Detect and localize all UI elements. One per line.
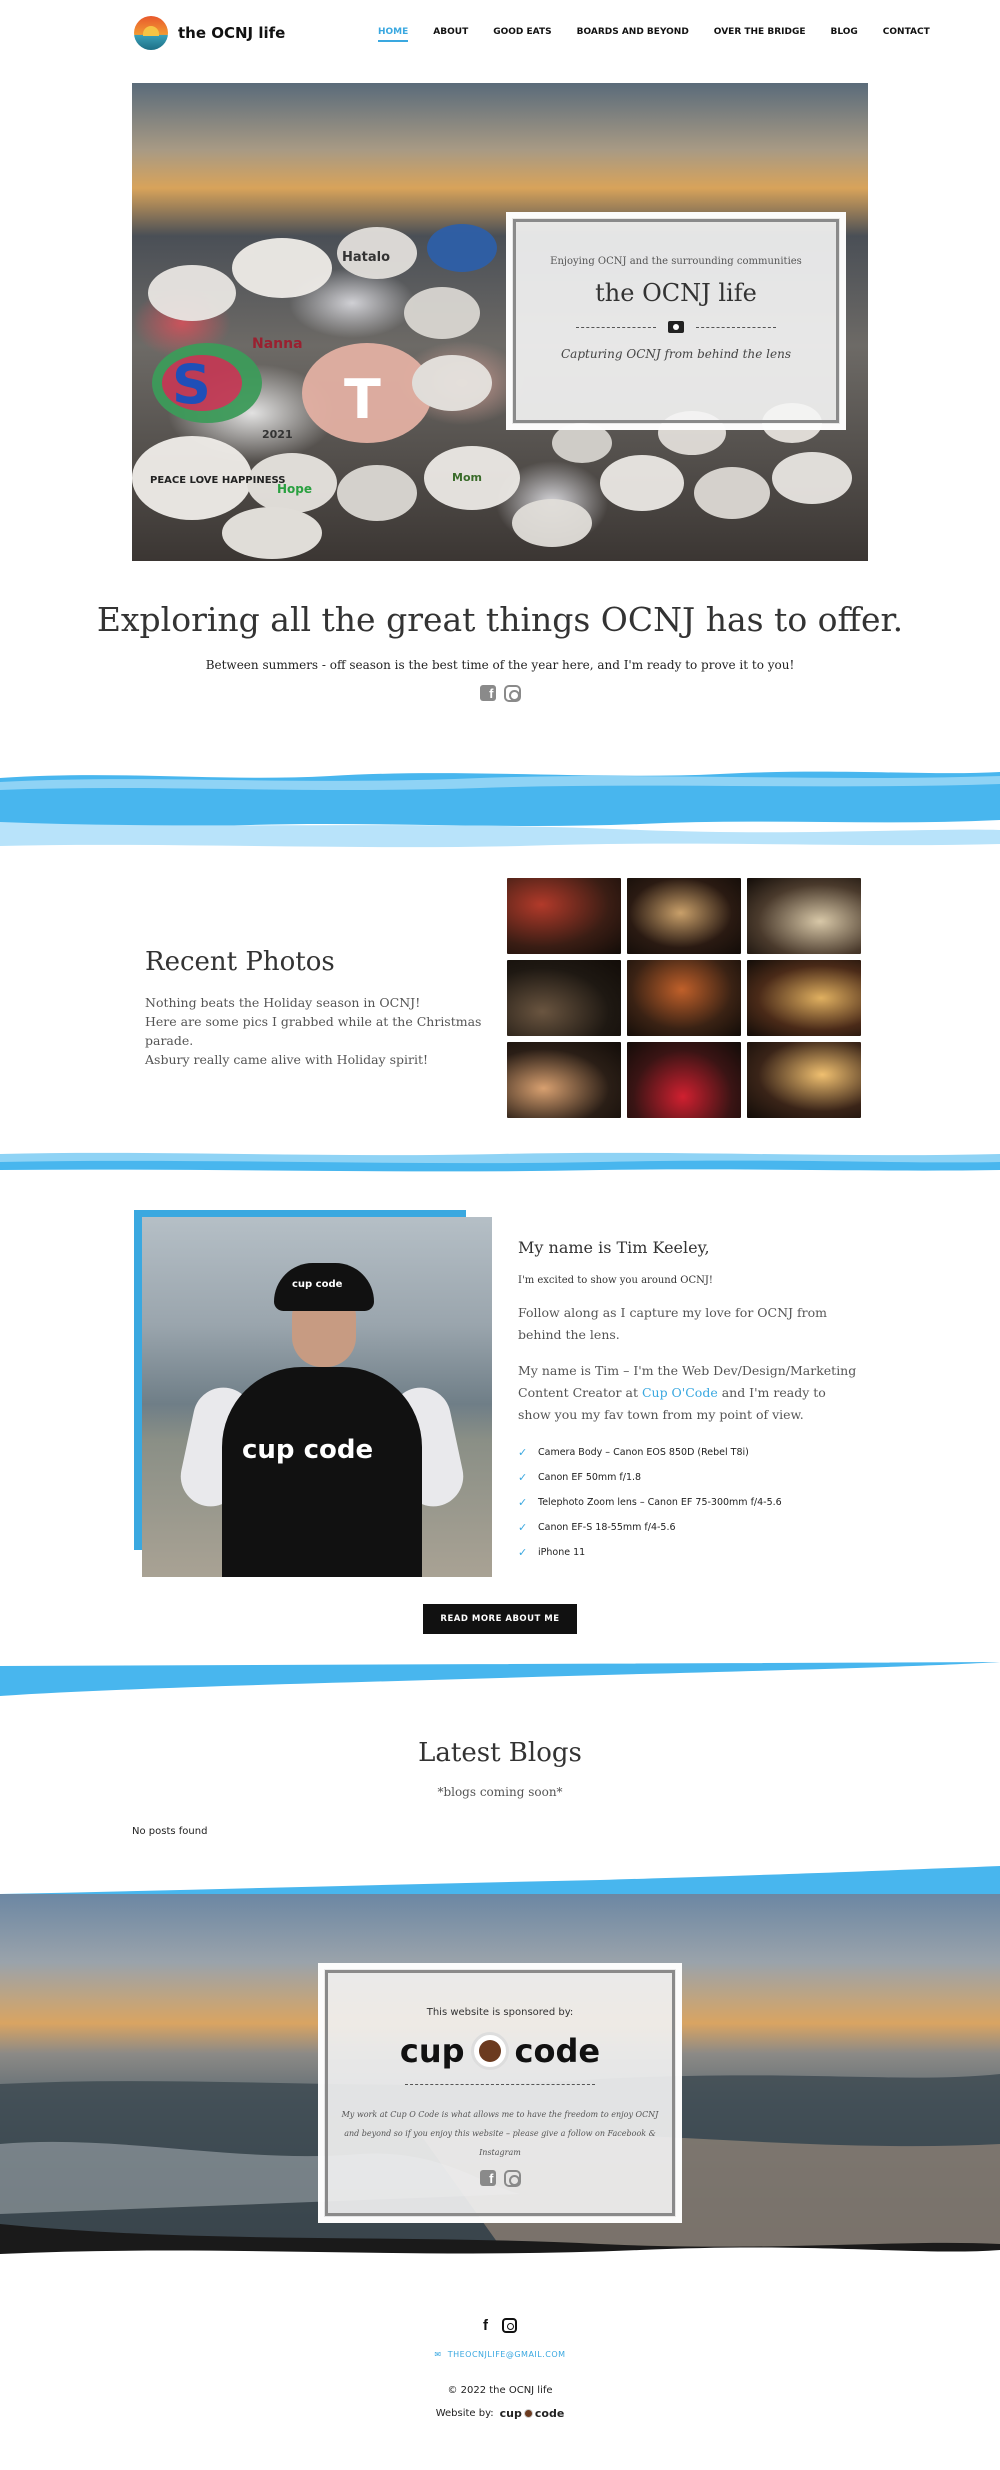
hero-divider xyxy=(512,321,840,333)
cup-o-code-mini-logo[interactable]: cup code xyxy=(500,2407,565,2420)
shell-text-hope: Hope xyxy=(277,482,312,496)
intro-title: Exploring all the great things OCNJ has … xyxy=(96,600,904,639)
cup-o-code-logo[interactable]: cup code xyxy=(324,2032,676,2070)
recent-line: Here are some pics I grabbed while at th… xyxy=(145,1014,482,1048)
facebook-icon[interactable]: f xyxy=(479,2170,496,2186)
latest-blogs-title: Latest Blogs xyxy=(418,1738,582,1768)
hero-tagline: Capturing OCNJ from behind the lens xyxy=(561,347,791,361)
facebook-icon[interactable]: f xyxy=(483,2318,488,2334)
recent-photos-title: Recent Photos xyxy=(145,947,335,977)
hero-kicker: Enjoying OCNJ and the surrounding commun… xyxy=(550,256,802,267)
instagram-icon[interactable] xyxy=(503,685,521,702)
gear-item: ✓ iPhone 11 xyxy=(518,1546,586,1559)
nav-blog[interactable]: BLOG xyxy=(830,27,857,42)
about-intro: I'm excited to show you around OCNJ! xyxy=(518,1275,713,1286)
camera-icon xyxy=(668,321,684,333)
camera-gear-list: ✓ Camera Body – Canon EOS 850D (Rebel T8i… xyxy=(518,1440,858,1565)
diagonal-wave-divider xyxy=(0,1662,1000,1696)
instagram-icon[interactable] xyxy=(502,2318,517,2333)
latest-blogs-subtitle: *blogs coming soon* xyxy=(437,1785,563,1799)
shell-text-nanna: Nanna xyxy=(252,336,303,352)
nav-about[interactable]: ABOUT xyxy=(433,27,468,42)
shell-letter-t: T xyxy=(344,368,381,431)
recent-photo-thumbnail[interactable] xyxy=(747,878,861,954)
shell-text-hatalo: Hatalo xyxy=(342,250,390,265)
hero-title: the OCNJ life xyxy=(595,279,757,307)
about-section: My name is Tim Keeley, I'm excited to sh… xyxy=(518,1238,858,1565)
footer-social-links: f xyxy=(0,2318,1000,2334)
recent-photo-grid xyxy=(507,878,861,1118)
sponsor-divider xyxy=(405,2084,595,2085)
hat-logo-text: cup code xyxy=(292,1279,343,1290)
shell-text-year: 2021 xyxy=(262,428,293,441)
recent-photo-thumbnail[interactable] xyxy=(627,960,741,1036)
shirt-logo-text: cup code xyxy=(242,1435,374,1465)
nav-good-eats[interactable]: GOOD EATS xyxy=(493,27,551,42)
nav-over-the-bridge[interactable]: OVER THE BRIDGE xyxy=(714,27,806,42)
cup-o-code-link[interactable]: Cup O'Code xyxy=(642,1385,718,1400)
recent-photo-thumbnail[interactable] xyxy=(507,878,621,954)
sponsor-social-links: f xyxy=(324,2170,676,2187)
blue-wave-divider xyxy=(0,771,1000,848)
recent-photos-description: Nothing beats the Holiday season in OCNJ… xyxy=(145,993,485,1069)
shell-letter-s: S xyxy=(172,353,211,416)
nav-home[interactable]: HOME xyxy=(378,27,409,42)
recent-photo-thumbnail[interactable] xyxy=(627,878,741,954)
check-icon: ✓ xyxy=(518,1496,528,1509)
site-name: the OCNJ life xyxy=(178,24,286,42)
sponsor-message: My work at Cup O Code is what allows me … xyxy=(341,2110,659,2157)
check-icon: ✓ xyxy=(518,1546,528,1559)
gear-item: ✓ Canon EF 50mm f/1.8 xyxy=(518,1471,642,1484)
recent-photo-thumbnail[interactable] xyxy=(747,960,861,1036)
facebook-icon[interactable]: f xyxy=(479,685,496,701)
site-header: the OCNJ life HOME ABOUT GOOD EATS BOARD… xyxy=(0,0,1000,66)
footer-email[interactable]: ✉ THEOCNJLIFE@GMAIL.COM xyxy=(0,2350,1000,2359)
recent-line: Asbury really came alive with Holiday sp… xyxy=(145,1052,429,1067)
hero-banner: S T Hatalo Nanna 2021 PEACE LOVE HAPPINE… xyxy=(132,83,868,561)
shell-text-peace: PEACE LOVE HAPPINESS xyxy=(150,475,286,486)
footer-credit: Website by: cup code xyxy=(435,2407,565,2420)
coffee-cup-icon xyxy=(470,2032,509,2070)
thin-wave-divider xyxy=(0,1152,1000,1172)
read-more-about-button[interactable]: READ MORE ABOUT ME xyxy=(423,1604,577,1634)
recent-photo-thumbnail[interactable] xyxy=(507,1042,621,1118)
hero-card: Enjoying OCNJ and the surrounding commun… xyxy=(506,212,846,430)
recent-line: Nothing beats the Holiday season in OCNJ… xyxy=(145,995,421,1010)
site-logo[interactable]: the OCNJ life xyxy=(134,16,285,50)
shell-text-mom: Mom xyxy=(452,471,482,484)
intro-social-links: f xyxy=(0,685,1000,702)
recent-photo-thumbnail[interactable] xyxy=(627,1042,741,1118)
recent-photo-thumbnail[interactable] xyxy=(507,960,621,1036)
check-icon: ✓ xyxy=(518,1471,528,1484)
gear-item: ✓ Canon EF-S 18-55mm f/4-5.6 xyxy=(518,1521,676,1534)
intro-subtitle: Between summers - off season is the best… xyxy=(205,658,795,672)
nav-boards-and-beyond[interactable]: BOARDS AND BEYOND xyxy=(577,27,689,42)
nav-contact[interactable]: CONTACT xyxy=(883,27,930,42)
about-bio: My name is Tim – I'm the Web Dev/Design/… xyxy=(518,1363,857,1422)
footer-copyright: © 2022 the OCNJ life xyxy=(447,2385,553,2396)
about-follow: Follow along as I capture my love for OC… xyxy=(518,1305,827,1342)
instagram-icon[interactable] xyxy=(503,2170,521,2187)
sponsor-card: This website is sponsored by: cup code M… xyxy=(318,1963,682,2223)
author-photo: cup code cup code xyxy=(142,1217,492,1577)
check-icon: ✓ xyxy=(518,1446,528,1459)
sunset-logo-icon xyxy=(134,16,168,50)
check-icon: ✓ xyxy=(518,1521,528,1534)
gear-item: ✓ Telephoto Zoom lens – Canon EF 75-300mm… xyxy=(518,1496,782,1509)
gear-item: ✓ Camera Body – Canon EOS 850D (Rebel T8i… xyxy=(518,1446,749,1459)
mail-icon: ✉ xyxy=(434,2350,442,2359)
recent-photo-thumbnail[interactable] xyxy=(747,1042,861,1118)
about-name: My name is Tim Keeley, xyxy=(518,1238,710,1257)
main-nav: HOME ABOUT GOOD EATS BOARDS AND BEYOND O… xyxy=(378,27,955,42)
no-posts-message: No posts found xyxy=(132,1826,208,1837)
sponsor-label: This website is sponsored by: xyxy=(426,2007,574,2018)
